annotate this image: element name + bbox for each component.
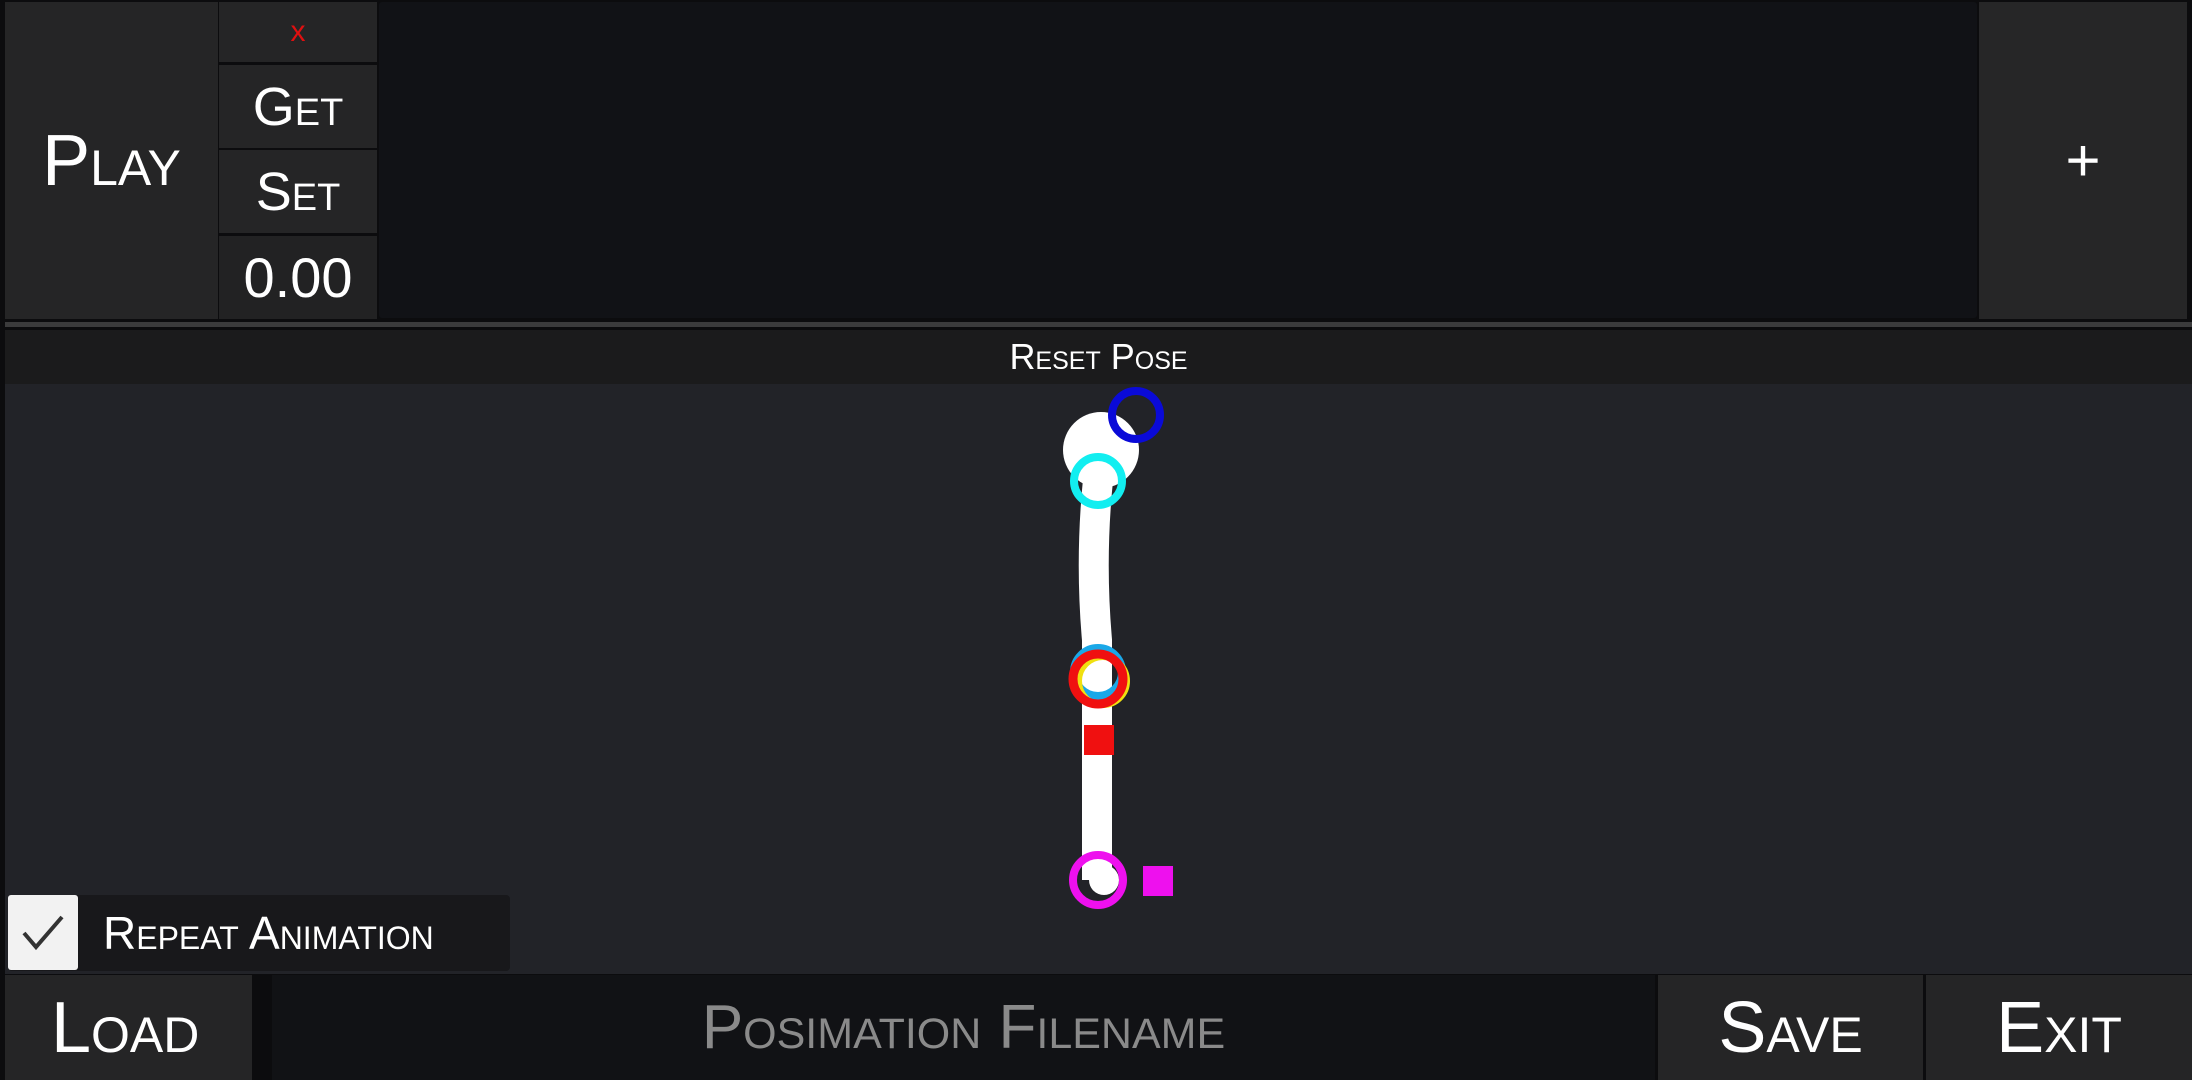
repeat-checkbox[interactable] — [8, 895, 78, 970]
checkmark-icon — [22, 915, 64, 950]
knee-marker[interactable] — [1084, 725, 1114, 755]
save-button[interactable]: Save — [1658, 975, 1923, 1080]
exit-button[interactable]: Exit — [1926, 975, 2192, 1080]
foot-joint — [1089, 865, 1119, 895]
play-button[interactable]: Play — [5, 2, 218, 319]
get-button[interactable]: Get — [219, 65, 377, 148]
set-button[interactable]: Set — [219, 150, 377, 233]
file-bar: Load Save Exit — [5, 975, 2192, 1080]
keyframe-time-field[interactable]: 0.00 — [219, 236, 377, 319]
stick-figure — [1063, 387, 1173, 909]
foot-marker[interactable] — [1143, 866, 1173, 896]
head-target-handle[interactable] — [1108, 387, 1164, 443]
delete-keyframe-button[interactable]: x — [219, 2, 377, 62]
timeline-track[interactable] — [379, 2, 1977, 318]
load-button[interactable]: Load — [5, 975, 252, 1080]
repeat-animation-toggle[interactable]: Repeat Animation — [8, 895, 510, 971]
pose-canvas[interactable] — [5, 384, 2192, 974]
add-keyframe-button[interactable]: + — [1979, 2, 2187, 319]
plus-icon: + — [2065, 127, 2101, 194]
filename-input[interactable] — [272, 975, 1655, 1080]
repeat-label: Repeat Animation — [103, 907, 434, 959]
keyframe-controls: x Get Set 0.00 — [219, 2, 377, 319]
panel-divider — [5, 322, 2192, 327]
reset-pose-button[interactable]: Reset Pose — [5, 330, 2192, 384]
body-line — [1078, 478, 1113, 880]
